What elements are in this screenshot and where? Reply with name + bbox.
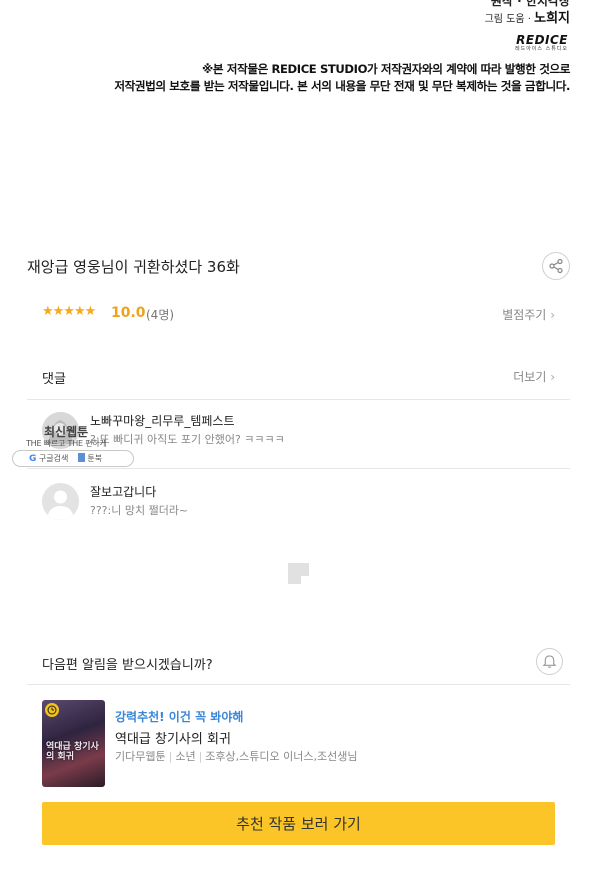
bell-icon <box>542 655 557 668</box>
comment-author: 잘보고갑니다 <box>90 485 157 499</box>
recommendation-meta: 기다무웹툰 | 소년 | 조후상,스튜디오 이너스,조선생님 <box>115 750 358 763</box>
credit-assist: 그림 도움 · 노희지 <box>485 7 570 26</box>
watermark-brand: 툰북 <box>87 454 103 463</box>
notification-prompt: 다음편 알림을 받으시겠습니까? <box>42 658 213 673</box>
watermark-search-label: 구글검색 <box>38 454 69 463</box>
comments-more-label: 더보기 <box>513 370 547 384</box>
thumbnail-title-art: 역대급 창기사의 회귀 <box>46 742 99 762</box>
rating-row: ★★★★★ 10.0 (4명) 별점주기 › <box>42 304 555 324</box>
credit-assist-role: 그림 도움 · <box>484 14 535 25</box>
watermark-search-pill: G 구글검색 툰북 <box>12 450 134 467</box>
divider <box>27 399 570 400</box>
loading-placeholder-icon <box>288 563 309 584</box>
comments-more-link[interactable]: 더보기 › <box>513 368 555 385</box>
copyright-notice: ※본 저작물은 REDICE STUDIO가 저작권자와의 계약에 따라 발행한… <box>114 61 570 95</box>
notification-bell-button[interactable] <box>536 648 563 675</box>
studio-logo-sub: 레드아이스 스튜디오 <box>515 46 568 52</box>
comments-title: 댓글 <box>42 372 66 387</box>
recommendation-title[interactable]: 역대급 창기사의 회귀 <box>115 728 231 747</box>
rate-link[interactable]: 별점주기 › <box>502 306 555 323</box>
chevron-right-icon: › <box>550 308 555 322</box>
default-user-icon <box>42 483 79 520</box>
share-icon <box>549 258 563 274</box>
recommendation-genre: 기다무웹툰 <box>115 750 166 763</box>
comment-body: ???:니 망치 쩔더라~ <box>90 504 189 517</box>
recommendation-card[interactable]: 역대급 창기사의 회귀 강력추천! 이건 꼭 봐야해 역대급 창기사의 회귀 기… <box>42 700 555 788</box>
recommendation-tag: 강력추천! 이건 꼭 봐야해 <box>115 710 244 724</box>
comment-item: 잘보고갑니다 ???:니 망치 쩔더라~ <box>42 483 555 523</box>
divider <box>27 468 570 469</box>
studio-logo: REDICE 레드아이스 스튜디오 <box>504 34 568 53</box>
credit-assist-name: 노희지 <box>534 11 570 26</box>
studio-logo-word: REDICE <box>516 33 568 47</box>
rating-count: (4명) <box>146 308 175 322</box>
divider <box>27 684 570 685</box>
clock-badge-icon <box>45 703 59 717</box>
watermark-tagline: THE 빠르고 THE 편하게 <box>26 439 107 448</box>
comments-header: 댓글 더보기 › <box>42 367 555 387</box>
rate-link-label: 별점주기 <box>502 308 547 322</box>
book-icon <box>78 453 86 462</box>
site-watermark: 최신웹툰 THE 빠르고 THE 편하게 G 구글검색 툰북 <box>12 420 134 468</box>
recommendation-category: 소년 <box>175 750 196 763</box>
episode-title-row: 재앙급 영웅님이 귀환하셨다 36화 <box>27 252 570 280</box>
google-icon: G <box>29 454 37 464</box>
rating-score: 10.0 <box>111 305 146 321</box>
view-recommended-button[interactable]: 추천 작품 보러 가기 <box>42 802 555 845</box>
episode-title: 재앙급 영웅님이 귀환하셨다 36화 <box>27 258 240 276</box>
share-button[interactable] <box>542 252 570 280</box>
recommendation-thumbnail[interactable]: 역대급 창기사의 회귀 <box>42 700 105 787</box>
copyright-line-2: 저작권법의 보호를 받는 저작물입니다. 본 서의 내용을 무단 전재 및 무단… <box>114 79 570 93</box>
star-rating-icons: ★★★★★ <box>42 304 96 319</box>
recommendation-authors: 조후상,스튜디오 이너스,조선생님 <box>205 750 358 763</box>
chevron-right-icon: › <box>550 370 555 384</box>
avatar <box>42 483 79 520</box>
copyright-line-1: ※본 저작물은 REDICE STUDIO가 저작권자와의 계약에 따라 발행한… <box>202 62 570 76</box>
notification-row: 다음편 알림을 받으시겠습니까? <box>42 648 563 676</box>
